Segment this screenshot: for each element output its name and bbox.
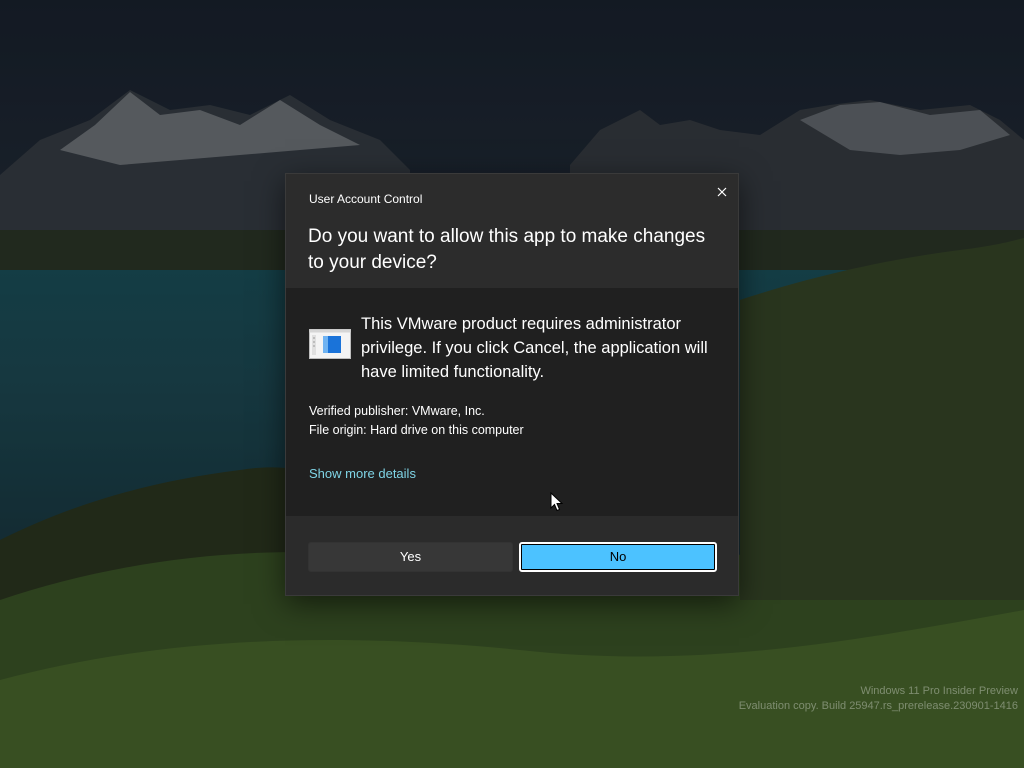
windows-watermark: Windows 11 Pro Insider Preview Evaluatio… (739, 684, 1018, 714)
uac-dialog: User Account Control Do you want to allo… (285, 173, 739, 596)
close-button[interactable] (710, 180, 734, 204)
watermark-line-2: Evaluation copy. Build 25947.rs_prerelea… (738, 700, 1018, 712)
publisher-info: Verified publisher: VMware, Inc. File or… (309, 402, 524, 440)
no-button[interactable]: No (519, 542, 717, 572)
application-window-icon (309, 329, 351, 359)
dialog-footer: Yes No (286, 516, 738, 595)
dialog-question: Do you want to allow this app to make ch… (308, 226, 706, 273)
dialog-header: User Account Control Do you want to allo… (286, 174, 738, 288)
verified-publisher: Verified publisher: VMware, Inc. (309, 404, 485, 418)
show-more-details-link[interactable]: Show more details (309, 466, 416, 481)
close-icon (710, 180, 734, 204)
mouse-cursor-icon (550, 491, 564, 512)
dialog-title: User Account Control (309, 192, 423, 206)
dialog-description: This VMware product requires administrat… (361, 315, 708, 381)
file-origin: File origin: Hard drive on this computer (309, 423, 524, 437)
watermark-line-1: Windows 11 Pro Insider Preview (860, 685, 1018, 697)
dialog-body: This VMware product requires administrat… (286, 288, 738, 516)
yes-button[interactable]: Yes (308, 542, 513, 572)
